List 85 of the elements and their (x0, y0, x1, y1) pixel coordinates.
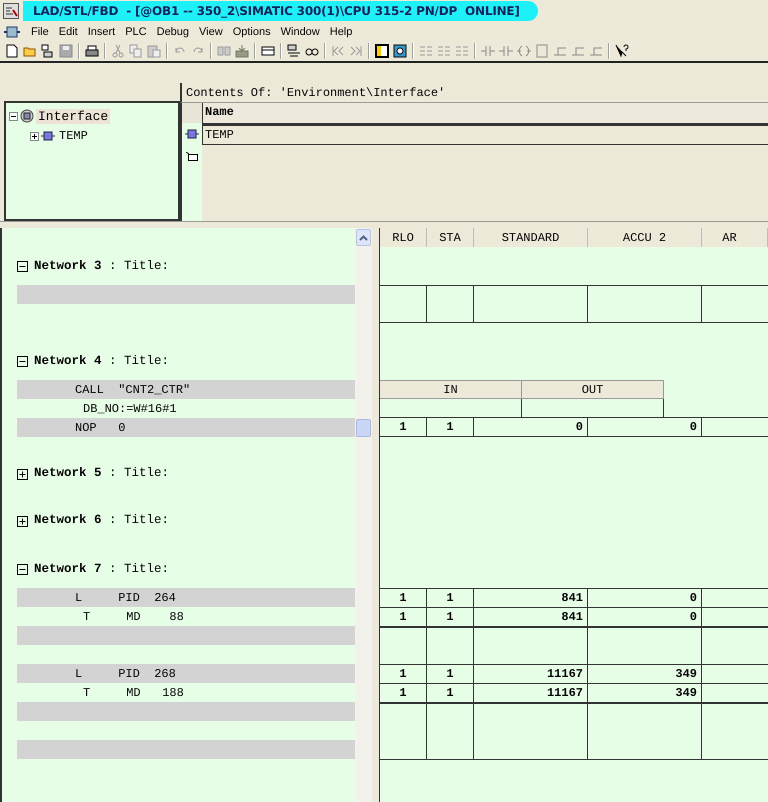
column-header: STANDARD (474, 228, 588, 247)
zoom-icon[interactable] (393, 44, 407, 58)
paste-icon[interactable] (147, 44, 161, 58)
column-header: RLO (380, 228, 427, 247)
status-value: 11167 (546, 686, 583, 700)
box-icon[interactable] (535, 44, 549, 58)
window-icon[interactable] (261, 44, 275, 58)
copy-icon[interactable] (129, 44, 143, 58)
cut-icon[interactable] (111, 44, 125, 58)
print-icon[interactable] (85, 44, 99, 58)
status-value: 1 (446, 420, 454, 434)
network-title[interactable]: Network 7 : Title: (34, 562, 170, 576)
network-title[interactable]: Network 3 : Title: (34, 259, 170, 273)
expand-icon[interactable] (17, 516, 28, 527)
new-file-icon[interactable] (5, 44, 19, 58)
column-header: IN (380, 380, 522, 399)
expand-icon[interactable] (30, 132, 39, 140)
network-title[interactable]: Network 4 : Title: (34, 354, 170, 368)
column-header: OUT (522, 380, 664, 399)
coil-icon[interactable] (517, 44, 531, 58)
scroll-thumb[interactable] (356, 419, 371, 437)
scrollbar[interactable] (355, 228, 372, 802)
last-icon[interactable] (349, 44, 363, 58)
expand-icon[interactable] (17, 469, 28, 480)
status-value: 11167 (546, 667, 583, 681)
menu-item[interactable]: Options (228, 26, 276, 38)
parameter-line[interactable]: T MD 188 (17, 686, 184, 700)
status-value: 841 (561, 610, 583, 624)
panel-icon[interactable] (375, 44, 389, 58)
collapse-icon[interactable] (17, 356, 28, 366)
status-value: 1 (446, 667, 454, 681)
status-value: 1 (399, 667, 407, 681)
collapse-icon[interactable] (9, 112, 18, 120)
variable-icon (41, 131, 55, 141)
menu-item[interactable]: Debug (152, 26, 194, 38)
tree-item[interactable]: Interface (36, 108, 110, 124)
status-value: 349 (675, 686, 697, 700)
document-icon (4, 26, 20, 38)
first-icon[interactable] (331, 44, 345, 58)
status-value: 1 (399, 420, 407, 434)
parameter-line[interactable]: T MD 88 (17, 610, 184, 624)
list-icon[interactable] (437, 44, 451, 58)
status-value: 0 (690, 591, 697, 605)
status-value: 841 (561, 591, 583, 605)
status-value: 0 (690, 610, 697, 624)
collapse-icon[interactable] (17, 260, 28, 272)
app-icon (3, 3, 19, 19)
column-header: ACCU 2 (588, 228, 702, 247)
tree-item[interactable]: TEMP (57, 129, 90, 143)
corner-header (182, 103, 202, 123)
status-value: 1 (399, 610, 407, 624)
collapse-icon[interactable] (17, 564, 28, 574)
network-title[interactable]: Network 6 : Title: (34, 513, 170, 527)
menu-item[interactable]: Insert (82, 26, 120, 38)
list-icon[interactable] (419, 44, 433, 58)
table-cell[interactable]: TEMP (202, 125, 768, 145)
menu-item[interactable]: File (26, 26, 54, 38)
status-value: 1 (446, 686, 454, 700)
contact-icon[interactable] (481, 44, 495, 58)
menu-item[interactable]: Window (276, 26, 325, 38)
menu-item[interactable]: PLC (120, 26, 152, 38)
interface-icon (20, 109, 34, 123)
column-header[interactable]: Name (202, 103, 768, 125)
status-value: 1 (446, 591, 454, 605)
menu-item[interactable]: View (194, 26, 228, 38)
status-value: 1 (446, 610, 454, 624)
menu-item[interactable]: Edit (54, 26, 83, 38)
help-icon[interactable] (615, 44, 629, 58)
status-value: 0 (690, 420, 697, 434)
status-value: 0 (576, 420, 583, 434)
new-row-icon (186, 152, 198, 160)
contact-icon[interactable] (499, 44, 513, 58)
network-title[interactable]: Network 5 : Title: (34, 466, 170, 480)
variable-icon (185, 129, 199, 139)
download-icon[interactable] (235, 44, 249, 58)
parameter-line[interactable]: DB_NO:=W#16#1 (17, 402, 177, 416)
list-icon[interactable] (455, 44, 469, 58)
scroll-up-button[interactable] (356, 229, 371, 246)
window-title: LAD/STL/FBD - [@OB1 -- 350_2\SIMATIC 300(1)\CPU 315-2 PN/DP ONLINE] (23, 1, 538, 21)
column-header: STA (427, 228, 474, 247)
column-header: AR (702, 228, 768, 247)
status-value: 1 (399, 686, 407, 700)
menu-item[interactable]: Help (324, 26, 358, 38)
status-value: 349 (675, 667, 697, 681)
status-value: 1 (399, 591, 407, 605)
